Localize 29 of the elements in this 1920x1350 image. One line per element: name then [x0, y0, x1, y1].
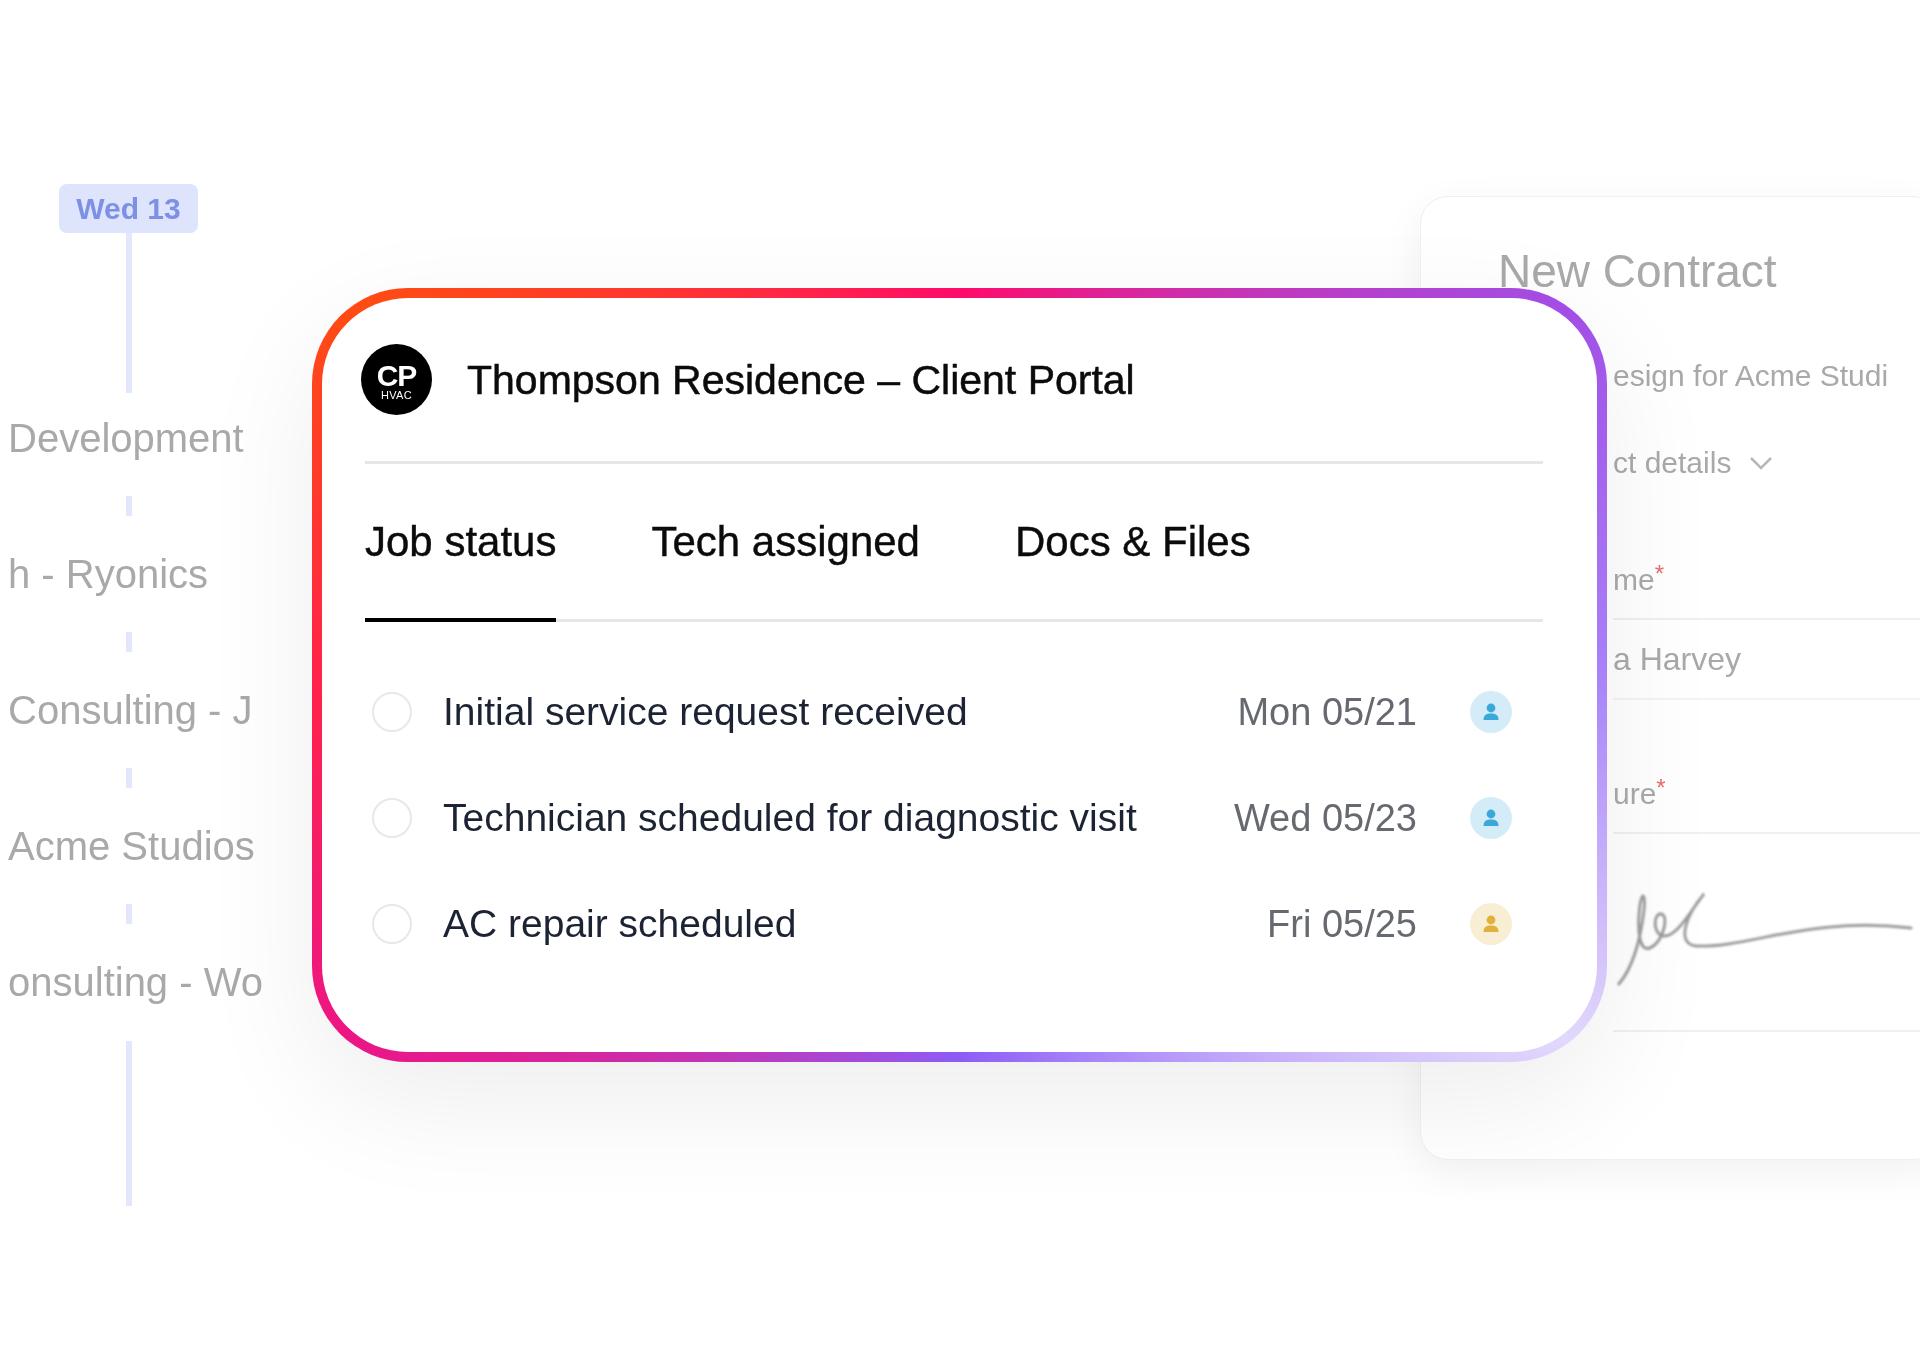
field-label: me	[1613, 562, 1655, 598]
timeline-item: Development	[8, 415, 244, 461]
task-date: Mon 05/21	[1237, 690, 1417, 735]
tab[interactable]: Docs & Files	[1014, 497, 1251, 622]
person-icon	[1470, 797, 1512, 839]
task-label: Technician scheduled for diagnostic visit	[443, 795, 1138, 841]
task-label: AC repair scheduled	[443, 901, 798, 947]
portal-title: Thompson Residence – Client Portal	[467, 355, 1135, 405]
required-mark: *	[1654, 562, 1665, 586]
logo-initials: CP	[376, 362, 417, 389]
tab[interactable]: Tech assigned	[651, 497, 920, 622]
contract-subtitle: esign for Acme Studi	[1613, 358, 1889, 394]
timeline-item: onsulting - Wo	[8, 959, 263, 1005]
field-label: ure	[1613, 776, 1657, 812]
timeline-item: Consulting - J	[8, 687, 253, 733]
task-label: Initial service request received	[443, 689, 969, 735]
required-mark: *	[1656, 776, 1666, 800]
signature-field[interactable]	[1613, 832, 1920, 1032]
task-date: Wed 05/23	[1233, 796, 1417, 841]
chevron-down-icon	[1749, 456, 1774, 470]
timeline-item: h - Ryonics	[8, 551, 209, 597]
contract-title: New Contract	[1498, 244, 1777, 298]
task-date: Fri 05/25	[1267, 902, 1417, 947]
person-icon	[1470, 903, 1512, 945]
timeline-item: Acme Studios	[8, 823, 255, 869]
tab[interactable]: Job status	[365, 497, 557, 622]
logo-subtitle: HVAC	[381, 388, 412, 401]
date-badge: Wed 13	[59, 184, 198, 233]
person-icon	[1470, 691, 1512, 733]
